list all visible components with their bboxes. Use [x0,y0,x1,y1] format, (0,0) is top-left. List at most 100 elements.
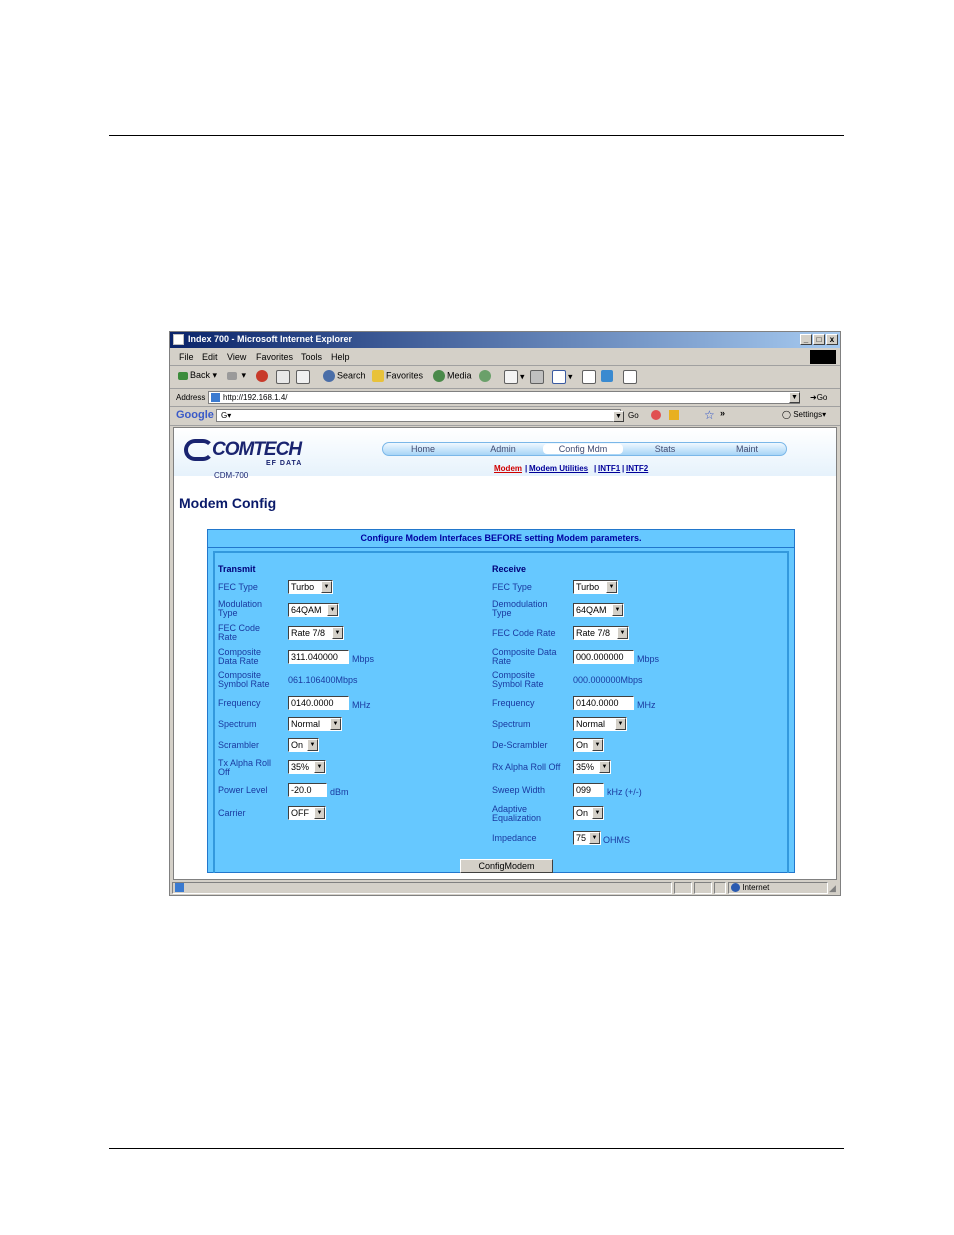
pagerank-icon[interactable] [651,410,661,420]
address-bar: Address http://192.168.1.4/ ▼ ➜Go [170,389,840,407]
config-modem-button[interactable]: ConfigModem [460,859,553,873]
address-dropdown[interactable]: ▼ [789,392,800,403]
rx-frequency-input[interactable]: 0140.0000 [573,696,634,710]
google-search-dropdown[interactable]: ▼ [613,411,624,422]
stop-button[interactable] [256,370,270,382]
go-button[interactable]: ➜Go [810,393,827,402]
discuss-button[interactable] [582,370,598,384]
rx-sweep-input[interactable]: 099 [573,783,604,797]
tx-power-label: Power Level [218,785,268,795]
related-icon [623,370,637,384]
receive-heading: Receive [492,564,527,574]
subnav-sep-3: | [622,464,625,473]
favorites-button[interactable]: Favorites [372,370,423,382]
search-button[interactable]: Search [323,370,366,382]
menu-bar: File Edit View Favorites Tools Help [170,349,840,366]
home-button[interactable] [296,370,312,384]
rx-equalization-select[interactable]: On ▼ [573,806,604,820]
chevron-down-icon: ▼ [314,807,325,819]
comtech-logo[interactable]: COMTECH EF DATA [182,436,332,472]
tx-modulation-select[interactable]: 64QAM ▼ [288,603,339,617]
messenger-button[interactable] [601,370,615,382]
close-button[interactable]: x [826,334,838,345]
tx-carrier-select[interactable]: OFF ▼ [288,806,326,820]
chevron-down-icon: ▼ [321,581,332,593]
google-more-button[interactable]: » [720,408,725,418]
google-go-button[interactable]: Go [628,411,639,420]
rx-alpha-select[interactable]: 35% ▼ [573,760,611,774]
subnav-intf1[interactable]: INTF1 [598,464,620,473]
nav-maint[interactable]: Maint [707,444,787,454]
edit-button[interactable]: ▾ [552,370,573,384]
rx-frequency-unit: MHz [637,700,656,710]
rx-sweep-unit: kHz (+/-) [607,787,642,797]
rx-fec-type-select[interactable]: Turbo ▼ [573,580,618,594]
rx-data-rate-input[interactable]: 000.000000 [573,650,634,664]
rx-fec-type-label: FEC Type [492,582,532,592]
menu-view[interactable]: View [227,352,246,362]
menu-edit[interactable]: Edit [202,352,218,362]
title-bar[interactable]: Index 700 - Microsoft Internet Explorer … [170,332,840,348]
nav-config-mdm[interactable]: Config Mdm [543,444,623,454]
rx-impedance-label: Impedance [492,833,537,843]
rx-fec-code-select[interactable]: Rate 7/8 ▼ [573,626,629,640]
tx-frequency-input[interactable]: 0140.0000 [288,696,349,710]
tx-data-rate-input[interactable]: 311.040000 [288,650,349,664]
related-button[interactable] [623,370,639,384]
resize-grip-icon[interactable]: ◢ [829,883,836,894]
rx-spectrum-select[interactable]: Normal ▼ [573,717,627,731]
nav-stats[interactable]: Stats [625,444,705,454]
address-input[interactable]: http://192.168.1.4/ [208,391,800,404]
rx-data-rate-unit: Mbps [637,654,660,664]
chevron-down-icon: ▼ [307,739,318,751]
chevron-down-icon: ▼ [589,832,600,844]
refresh-button[interactable] [276,370,292,384]
rx-equalization-label: Adaptive Equalization [492,804,542,823]
print-button[interactable] [530,370,546,384]
google-settings-button[interactable]: ◯ Settings▾ [782,410,826,419]
subnav-modem-utilities[interactable]: Modem Utilities [529,464,588,473]
chevron-down-icon: ▼ [615,718,626,730]
history-button[interactable] [479,370,493,382]
rx-demodulation-select[interactable]: 64QAM ▼ [573,603,624,617]
rx-sweep-label: Sweep Width [492,785,546,795]
tx-fec-type-select[interactable]: Turbo ▼ [288,580,333,594]
google-search-input[interactable]: G▾ [216,409,621,422]
chevron-down-icon: ▼ [314,761,325,773]
highlight-icon[interactable] [669,410,679,420]
back-button[interactable]: Back ▾ [178,370,217,381]
tx-frequency-unit: MHz [352,700,371,710]
tx-power-input[interactable]: -20.0 [288,783,327,797]
bookmark-star-icon[interactable]: ☆ [704,408,715,422]
google-logo[interactable]: Google [176,409,214,421]
tx-spectrum-select[interactable]: Normal ▼ [288,717,342,731]
rx-spectrum-label: Spectrum [492,719,531,729]
back-arrow-icon [178,371,188,380]
tx-scrambler-select[interactable]: On ▼ [288,738,319,752]
forward-button[interactable]: ▾ [227,370,246,381]
chevron-down-icon: ▼ [606,581,617,593]
subnav-intf2[interactable]: INTF2 [626,464,648,473]
config-form: Transmit FEC Type Turbo ▼ Modulation Type … [213,551,789,873]
chevron-down-icon: ▼ [327,604,338,616]
tx-fec-code-select[interactable]: Rate 7/8 ▼ [288,626,344,640]
nav-admin[interactable]: Admin [463,444,543,454]
address-label: Address [176,393,206,402]
mail-button[interactable]: ▾ [504,370,525,384]
rx-impedance-select[interactable]: 75 ▼ [573,831,601,845]
subnav-modem[interactable]: Modem [494,464,522,473]
rx-alpha-label: Rx Alpha Roll Off [492,762,561,772]
menu-favorites[interactable]: Favorites [256,352,293,362]
nav-home[interactable]: Home [383,444,463,454]
menu-help[interactable]: Help [331,352,350,362]
tx-symbol-rate-label: Composite Symbol Rate [218,670,270,689]
maximize-button[interactable]: □ [813,334,825,345]
rx-descrambler-select[interactable]: On ▼ [573,738,604,752]
menu-file[interactable]: File [179,352,194,362]
tx-data-rate-unit: Mbps [352,654,375,664]
tx-alpha-select[interactable]: 35% ▼ [288,760,326,774]
chevron-down-icon: ▼ [617,627,628,639]
media-button[interactable]: Media [433,370,472,382]
minimize-button[interactable]: _ [800,334,812,345]
menu-tools[interactable]: Tools [301,352,322,362]
